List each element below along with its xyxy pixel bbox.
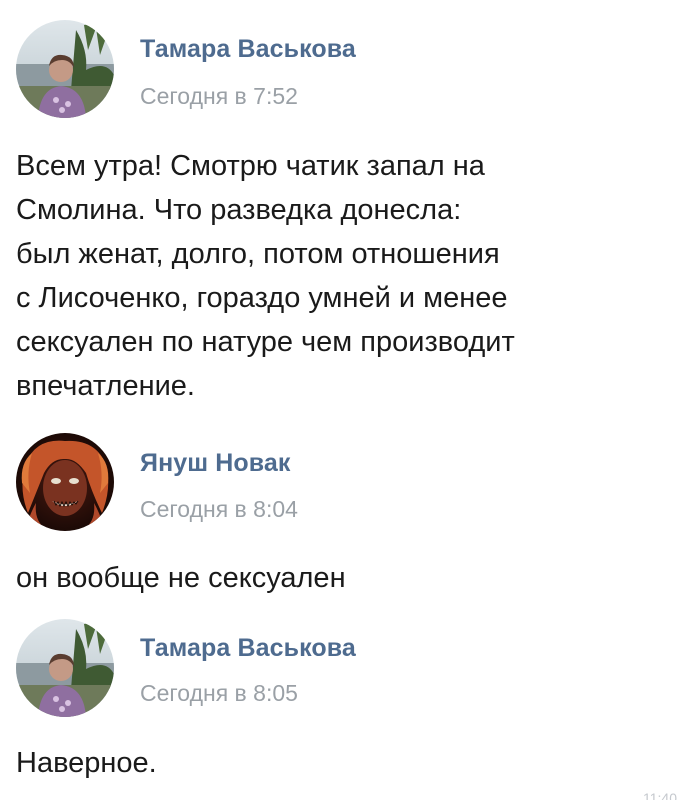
comment-text-line: впечатление. (16, 370, 195, 402)
avatar-tamara[interactable] (16, 20, 114, 118)
avatar-yanush[interactable] (16, 433, 114, 531)
comment-text-line: Всем утра! Смотрю чатик запал на (16, 150, 485, 182)
comment-text: Всем утра! Смотрю чатик запал на Смолина… (16, 144, 676, 408)
avatar-mask-icon (16, 433, 114, 531)
comment-text-line: он вообще не сексуален (16, 562, 346, 594)
comment-text-line: Смолина. Что разведка донесла: (16, 194, 462, 226)
comment-author[interactable]: Тамара Васькова (140, 35, 356, 64)
avatar-photo-icon (16, 20, 114, 118)
comment-timestamp: Сегодня в 8:05 (140, 680, 298, 706)
corner-timestamp: 11:40 (643, 790, 677, 800)
comment-text-line: был женат, долго, потом отношения (16, 238, 500, 270)
comment-text: Наверное. (16, 741, 676, 785)
avatar-tamara[interactable] (16, 619, 114, 717)
comment-feed: Тамара Васькова Сегодня в 7:52 Всем утра… (0, 0, 695, 800)
comment-text-line: сексуален по натуре чем производит (16, 326, 515, 358)
avatar-photo-icon (16, 619, 114, 717)
comment-timestamp: Сегодня в 8:04 (140, 496, 298, 522)
comment-text-line: с Лисоченко, гораздо умней и менее (16, 282, 508, 314)
comment-text-line: Наверное. (16, 747, 157, 779)
comment-timestamp: Сегодня в 7:52 (140, 83, 298, 109)
comment-author[interactable]: Януш Новак (140, 449, 291, 478)
comment-author[interactable]: Тамара Васькова (140, 634, 356, 663)
comment-text: он вообще не сексуален (16, 556, 676, 600)
